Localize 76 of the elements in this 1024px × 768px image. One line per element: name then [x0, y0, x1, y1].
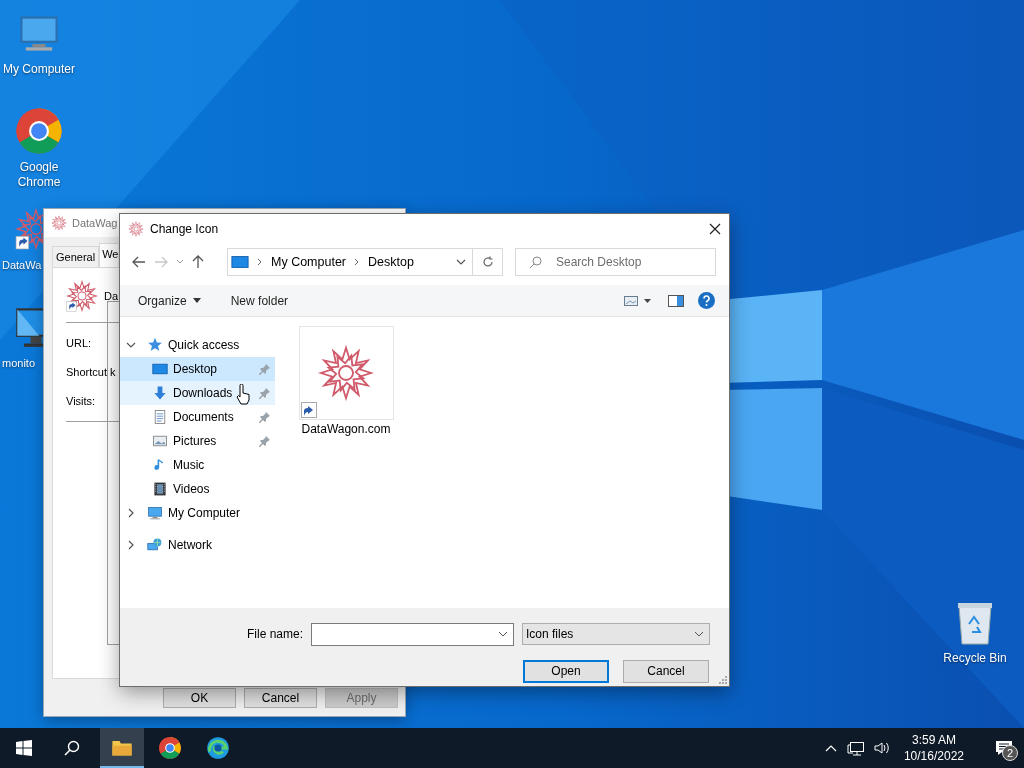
chevron-right-icon — [354, 258, 361, 266]
app-icon — [66, 280, 98, 312]
breadcrumb[interactable]: Desktop — [368, 255, 414, 269]
chevron-right-icon[interactable] — [126, 540, 136, 550]
tree-item[interactable]: Network — [120, 533, 275, 557]
dialog-button[interactable]: Open — [523, 659, 609, 683]
dialog-title: Change Icon — [150, 222, 219, 236]
field-label: Shortcut k — [66, 365, 116, 380]
recycle-bin-icon — [955, 600, 995, 646]
desktop-icon-label[interactable]: My Computer — [1, 62, 77, 77]
address-bar[interactable]: My Computer Desktop — [227, 248, 473, 276]
tree-item[interactable]: Music — [120, 453, 275, 477]
taskbar-app[interactable] — [100, 728, 144, 768]
dialog-button[interactable]: Cancel — [623, 659, 709, 683]
videos-icon — [152, 481, 168, 497]
dialog-button[interactable]: Cancel — [244, 688, 317, 708]
close-icon[interactable] — [709, 223, 721, 235]
up-arrow-icon[interactable] — [192, 255, 204, 269]
notification-count: 2 — [1002, 745, 1018, 761]
star-icon — [147, 337, 163, 353]
desktop-icon-label[interactable]: monito — [2, 356, 36, 371]
preview-pane-icon[interactable] — [668, 294, 684, 307]
caret-down-icon[interactable] — [192, 298, 201, 303]
clock-time[interactable]: 3:59 AM — [911, 732, 956, 748]
tree-item[interactable]: My Computer — [120, 501, 275, 525]
pictures-icon — [152, 433, 168, 449]
shortcut-name: Da — [104, 290, 119, 302]
help-icon[interactable] — [698, 292, 715, 309]
network-icon[interactable] — [846, 740, 864, 756]
toolbar-button[interactable]: Organize — [138, 293, 187, 308]
windows-start-icon[interactable] — [16, 740, 32, 756]
tree-item[interactable]: Downloads — [120, 381, 275, 405]
volume-icon[interactable] — [873, 741, 890, 755]
back-arrow-icon[interactable] — [132, 256, 146, 268]
tab[interactable]: General — [52, 246, 100, 267]
chrome-shortcut-icon — [14, 106, 64, 156]
view-options-icon[interactable] — [624, 294, 654, 307]
edge-icon[interactable] — [206, 736, 230, 760]
file-type-select[interactable]: Icon files — [522, 623, 710, 645]
search-icon — [529, 256, 542, 269]
document-icon — [152, 409, 168, 425]
desktop-icon — [231, 253, 249, 271]
chrome-icon — [158, 736, 182, 760]
computer-icon — [147, 505, 163, 521]
hand-pointer-icon — [236, 384, 251, 405]
tree-item[interactable]: Pictures — [120, 429, 275, 453]
chevron-up-icon[interactable] — [824, 744, 837, 752]
field-label: File name: — [246, 627, 303, 641]
desktop-icon-label[interactable]: DataWa — [2, 258, 42, 273]
window-title: DataWag — [72, 217, 118, 229]
desktop-icon-label[interactable]: Google Chrome — [1, 160, 77, 190]
file-name-field[interactable] — [311, 622, 514, 646]
desktop-icon-label[interactable]: Recycle Bin — [943, 651, 1007, 665]
network-icon — [147, 537, 163, 553]
app-icon — [128, 221, 144, 237]
field-label: Visits: — [66, 394, 96, 409]
desktop-icon — [152, 361, 168, 377]
chevron-right-icon — [257, 258, 263, 266]
tree-item[interactable]: Documents — [120, 405, 275, 429]
tab[interactable]: We — [99, 243, 119, 267]
chevron-right-icon[interactable] — [126, 508, 136, 518]
toolbar-button[interactable]: New folder — [230, 293, 289, 308]
download-icon — [152, 385, 168, 401]
tree-item[interactable]: Quick access — [120, 333, 275, 357]
breadcrumb[interactable]: My Computer — [271, 255, 347, 269]
search-icon[interactable] — [64, 740, 80, 756]
tree-item[interactable]: Videos — [120, 477, 275, 501]
refresh-icon[interactable] — [481, 256, 494, 268]
field-label: URL: — [66, 336, 92, 351]
app-icon — [51, 215, 67, 231]
search-field[interactable]: Search Desktop — [515, 248, 716, 276]
tree-item[interactable]: Desktop — [120, 357, 275, 381]
dialog-button[interactable]: OK — [163, 688, 236, 708]
resize-grip-icon[interactable] — [719, 676, 727, 684]
clock-date[interactable]: 10/16/2022 — [903, 748, 964, 764]
chevron-down-icon[interactable] — [126, 340, 136, 350]
